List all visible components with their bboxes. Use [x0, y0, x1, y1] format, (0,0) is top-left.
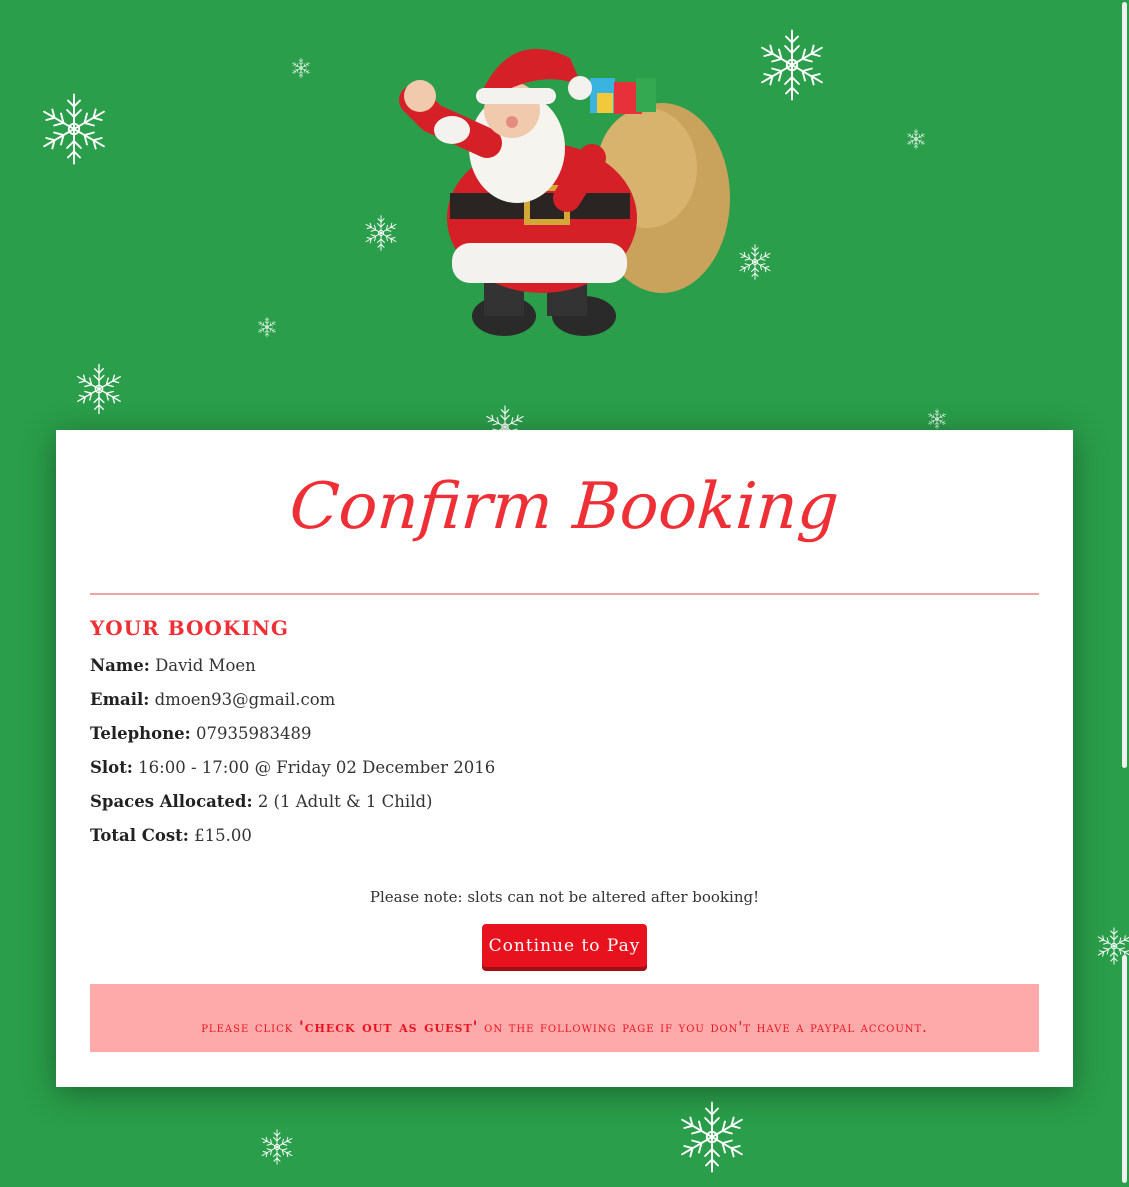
snowflake-icon [754, 22, 830, 108]
snowflake-icon [674, 1094, 750, 1180]
booking-card: Confirm Booking YOUR BOOKING Name: David… [56, 430, 1073, 1087]
title-divider [90, 593, 1039, 595]
booking-name-row: Name: David Moen [90, 656, 256, 675]
name-label: Name: [90, 656, 150, 675]
cost-value: £15.00 [194, 826, 252, 845]
section-heading: YOUR BOOKING [90, 616, 289, 640]
paypal-guest-alert: please click 'check out as guest' on the… [90, 984, 1039, 1052]
alert-suffix: on the following page if you don't have … [478, 1019, 928, 1036]
name-value: David Moen [155, 656, 256, 675]
santa-illustration [392, 38, 737, 343]
slot-value: 16:00 - 17:00 @ Friday 02 December 2016 [138, 758, 496, 777]
email-label: Email: [90, 690, 150, 709]
alert-emphasis: 'check out as guest' [298, 1016, 479, 1036]
continue-to-pay-button[interactable]: Continue to Pay [482, 924, 647, 967]
snowflake-icon [905, 128, 927, 150]
alert-prefix: please click [201, 1019, 299, 1036]
booking-slot-row: Slot: 16:00 - 17:00 @ Friday 02 December… [90, 758, 495, 777]
spaces-label: Spaces Allocated: [90, 792, 253, 811]
booking-spaces-row: Spaces Allocated: 2 (1 Adult & 1 Child) [90, 792, 432, 811]
snowflake-icon [72, 360, 126, 418]
booking-note: Please note: slots can not be altered af… [369, 888, 760, 906]
snowflake-icon [926, 408, 948, 430]
slot-label: Slot: [90, 758, 133, 777]
booking-telephone-row: Telephone: 07935983489 [90, 724, 312, 743]
snowflake-icon [736, 243, 774, 281]
booking-cost-row: Total Cost: £15.00 [90, 826, 252, 845]
email-value: dmoen93@gmail.com [154, 690, 336, 709]
cost-label: Total Cost: [90, 826, 189, 845]
snowflake-icon [290, 57, 312, 79]
scrollbar-thumb-lower[interactable] [1122, 955, 1127, 1183]
snowflake-icon [256, 316, 278, 338]
snowflake-icon [36, 86, 112, 172]
page-title: Confirm Booking [287, 470, 842, 544]
telephone-label: Telephone: [90, 724, 191, 743]
page-scrollbar[interactable] [1120, 0, 1129, 1187]
scrollbar-thumb[interactable] [1122, 2, 1127, 768]
snowflake-icon [258, 1128, 296, 1166]
telephone-value: 07935983489 [196, 724, 312, 743]
booking-email-row: Email: dmoen93@gmail.com [90, 690, 335, 709]
spaces-value: 2 (1 Adult & 1 Child) [257, 792, 433, 811]
